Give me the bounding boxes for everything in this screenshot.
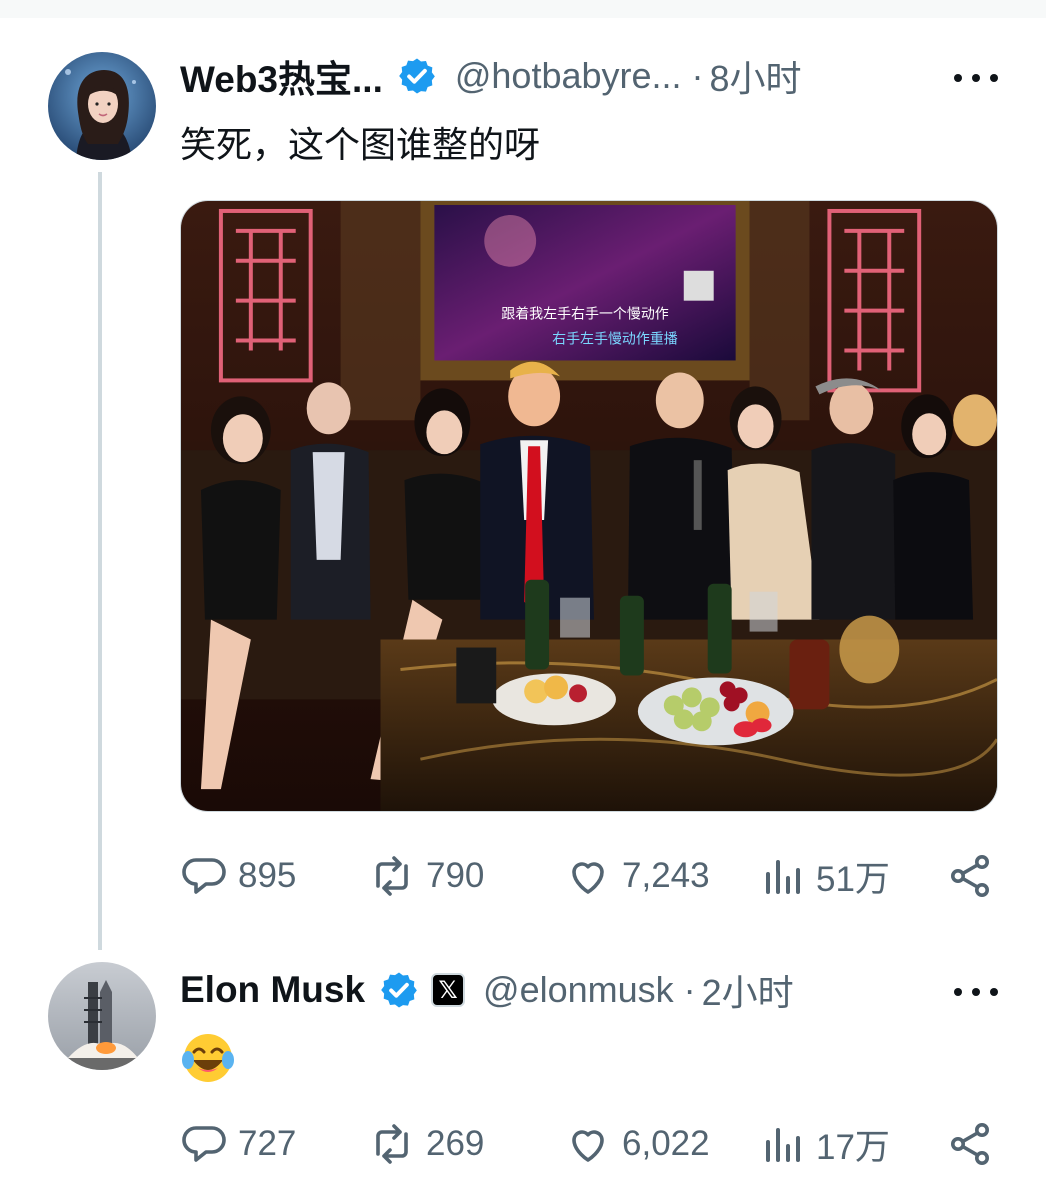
like-count: 6,022 — [622, 1124, 710, 1163]
separator-dot: · — [683, 969, 696, 1010]
tweet-actions: 895 790 7,243 51万 — [180, 846, 1000, 906]
share-button[interactable] — [946, 1114, 994, 1174]
tweet-image[interactable]: 跟着我左手右手一个慢动作 右手左手慢动作重播 — [180, 200, 998, 812]
tv-subtitle-2: 右手左手慢动作重播 — [552, 331, 678, 348]
like-button[interactable]: 7,243 — [564, 846, 710, 906]
x-affiliate-badge-icon[interactable]: 𝕏 — [431, 973, 466, 1007]
repost-button[interactable]: 790 — [368, 846, 484, 906]
like-button[interactable]: 6,022 — [564, 1114, 710, 1174]
author-name[interactable]: Elon Musk — [180, 969, 365, 1011]
view-count: 17万 — [816, 1127, 890, 1167]
bar-chart-icon — [758, 1120, 806, 1168]
woman-portrait-avatar-image — [48, 52, 156, 160]
repost-button[interactable]: 269 — [368, 1114, 484, 1174]
verified-badge-icon — [397, 56, 437, 96]
top-divider — [0, 0, 1046, 18]
repost-arrows-icon — [368, 1120, 416, 1168]
speech-bubble-icon — [180, 1120, 228, 1168]
more-dots-icon[interactable] — [954, 982, 998, 1002]
tweet-text: 笑死，这个图谁整的呀 — [180, 124, 541, 165]
repost-count: 790 — [426, 856, 485, 895]
post-time[interactable]: 2小时 — [702, 964, 794, 1016]
rocket-launch-avatar-image — [48, 962, 156, 1070]
share-button[interactable] — [946, 846, 994, 906]
author-name[interactable]: Web3热宝... — [180, 49, 383, 103]
repost-count: 269 — [426, 1124, 485, 1163]
reply-count: 727 — [238, 1124, 297, 1163]
views-button[interactable]: 51万 — [758, 846, 890, 906]
face-with-tears-of-joy-icon — [180, 1030, 236, 1086]
tweet-header: Elon Musk 𝕏 @elonmusk · 2小时 — [180, 962, 794, 1018]
author-handle[interactable]: @elonmusk — [483, 969, 674, 1011]
reply-button[interactable]: 727 — [180, 1114, 296, 1174]
share-nodes-icon — [946, 1120, 994, 1168]
tweet-header: Web3热宝... @hotbabyre... · 8小时 — [180, 48, 802, 104]
author-avatar[interactable] — [48, 962, 156, 1070]
repost-arrows-icon — [368, 852, 416, 900]
speech-bubble-icon — [180, 852, 228, 900]
author-handle[interactable]: @hotbabyre... — [455, 55, 682, 97]
author-avatar[interactable] — [48, 52, 156, 160]
tweet-actions: 727 269 6,022 17万 — [180, 1114, 1000, 1174]
share-nodes-icon — [946, 852, 994, 900]
like-count: 7,243 — [622, 856, 710, 895]
heart-icon — [564, 1120, 612, 1168]
reply-button[interactable]: 895 — [180, 846, 296, 906]
bar-chart-icon — [758, 852, 806, 900]
views-button[interactable]: 17万 — [758, 1114, 890, 1174]
thread-connector-line — [98, 172, 102, 950]
tv-subtitle-1: 跟着我左手右手一个慢动作 — [501, 306, 669, 323]
more-dots-icon[interactable] — [954, 68, 998, 88]
heart-icon — [564, 852, 612, 900]
view-count: 51万 — [816, 859, 890, 899]
reply-count: 895 — [238, 856, 297, 895]
separator-dot: · — [691, 55, 704, 96]
verified-badge-icon — [379, 970, 419, 1010]
karaoke-party-photo: 跟着我左手右手一个慢动作 右手左手慢动作重播 — [181, 201, 997, 811]
post-time[interactable]: 8小时 — [710, 50, 802, 102]
